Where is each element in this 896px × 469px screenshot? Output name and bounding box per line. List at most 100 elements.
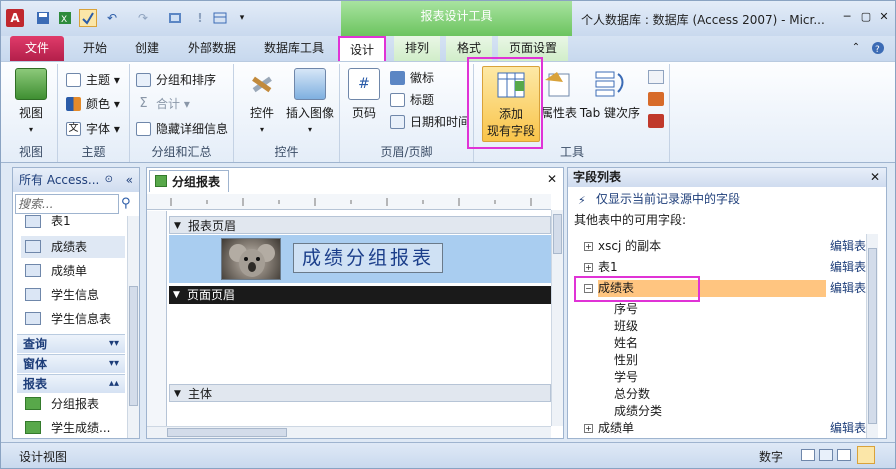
close-icon[interactable]: ✕ — [875, 9, 893, 25]
color-button[interactable]: 颜色 ▾ — [66, 94, 120, 114]
insert-image-button[interactable]: 插入图像 ▾ — [284, 68, 336, 135]
title-button[interactable]: 标题 — [390, 90, 434, 110]
doc-vertical-scrollbar[interactable] — [551, 210, 563, 426]
property-sheet-button[interactable]: 属性表 — [540, 68, 578, 121]
field-list-scrollbar[interactable] — [866, 234, 878, 438]
redo-icon[interactable]: ↷ — [134, 9, 152, 27]
exclaim-icon[interactable]: ! — [191, 9, 209, 27]
expand-icon[interactable]: + — [584, 263, 593, 272]
tree-table-xscj-copy[interactable]: + xscj 的副本 — [584, 238, 661, 255]
nav-item-table1[interactable]: 表1 — [21, 215, 125, 229]
dropdown-icon[interactable]: ▾ — [233, 9, 251, 27]
tree-table-score-sheet[interactable]: + 成绩单 — [584, 420, 634, 437]
totals-button[interactable]: Σ 合计 ▾ — [136, 94, 189, 114]
section-marker-icon: ▼ — [174, 389, 181, 399]
field-list-header: 字段列表 ✕ — [568, 168, 886, 187]
horizontal-ruler — [147, 194, 551, 210]
field-list-close-icon[interactable]: ✕ — [870, 168, 880, 187]
help-icon[interactable]: ? — [869, 36, 887, 61]
tab-home[interactable]: 开始 — [71, 36, 119, 61]
field-item[interactable]: 序号 — [614, 301, 638, 318]
nav-header[interactable]: 所有 Access... ⊙ « — [13, 168, 139, 192]
macro-icon[interactable] — [648, 92, 664, 106]
tab-file[interactable]: 文件 — [10, 36, 64, 61]
section-report-header[interactable]: ▼ 报表页眉 — [169, 216, 551, 234]
nav-item-score-sheet[interactable]: 成绩单 — [21, 260, 125, 282]
expand-icon[interactable]: + — [584, 424, 593, 433]
field-item[interactable]: 班级 — [614, 318, 638, 335]
view-button[interactable]: 视图 ▾ — [11, 68, 51, 135]
tab-design[interactable]: 设计 — [338, 36, 386, 61]
edit-table-link-table1[interactable]: 编辑表 — [830, 259, 866, 276]
koala-image[interactable] — [221, 238, 281, 280]
section-detail[interactable]: ▼ 主体 — [169, 384, 551, 402]
tree-table-table1[interactable]: + 表1 — [584, 259, 618, 276]
doc-close-icon[interactable]: ✕ — [547, 172, 557, 186]
nav-section-reports[interactable]: 报表 ▴▴ — [17, 374, 125, 393]
nav-scrollbar[interactable] — [127, 216, 139, 438]
nav-section-queries[interactable]: 查询 ▾▾ — [17, 334, 125, 353]
minimize-icon[interactable]: ─ — [838, 9, 856, 25]
tab-external-data[interactable]: 外部数据 — [179, 36, 245, 61]
nav-item-student-info[interactable]: 学生信息 — [21, 284, 125, 306]
field-item[interactable]: 总分数 — [614, 386, 650, 403]
search-icon[interactable]: ⚲ — [121, 196, 131, 211]
edit-table-link-score-table[interactable]: 编辑表 — [830, 280, 866, 297]
group-sort-button[interactable]: 分组和排序 — [136, 70, 216, 90]
section-page-header[interactable]: ▼ 页面页眉 — [169, 286, 551, 304]
tab-order-button[interactable]: Tab 键次序 — [578, 68, 642, 121]
group-view: 视图 ▾ 视图 — [5, 64, 58, 162]
doc-scroll-thumb[interactable] — [553, 214, 562, 254]
report-title-label[interactable]: 成绩分组报表 — [293, 243, 443, 273]
field-item[interactable]: 学号 — [614, 369, 638, 386]
field-item[interactable]: 性别 — [614, 352, 638, 369]
tab-database-tools[interactable]: 数据库工具 — [256, 36, 332, 61]
page-number-button[interactable]: # 页码 — [346, 68, 382, 121]
picture-icon[interactable] — [166, 9, 184, 27]
excel-icon[interactable]: X — [56, 9, 74, 27]
collapse-ribbon-icon[interactable]: ⌃ — [849, 36, 863, 61]
view-code-icon[interactable] — [648, 70, 664, 84]
date-time-button[interactable]: 日期和时间 — [390, 112, 470, 132]
nav-item-score-table[interactable]: 成绩表 — [21, 236, 125, 258]
nav-item-student-info-table[interactable]: 学生信息表 — [21, 308, 125, 330]
theme-button[interactable]: 主题 ▾ — [66, 70, 120, 90]
show-only-current-link[interactable]: ⚡ 仅显示当前记录源中的字段 — [576, 190, 740, 208]
page-header-area[interactable] — [169, 304, 551, 382]
expand-icon[interactable]: + — [584, 242, 593, 251]
app-access-icon[interactable]: A — [6, 9, 24, 27]
save-icon[interactable] — [34, 9, 52, 27]
doc-horizontal-scrollbar[interactable] — [147, 426, 551, 438]
image-icon — [294, 68, 326, 100]
nav-scroll-thumb[interactable] — [129, 286, 138, 406]
tab-create[interactable]: 创建 — [123, 36, 171, 61]
nav-item-student-score-report[interactable]: 学生成绩... — [21, 417, 125, 439]
nav-item-group-report[interactable]: 分组报表 — [21, 393, 125, 415]
edit-table-link-xscj-copy[interactable]: 编辑表 — [830, 238, 866, 255]
print-preview-icon[interactable] — [819, 449, 833, 461]
undo-icon[interactable]: ↶ — [103, 9, 121, 27]
tab-arrange[interactable]: 排列 — [394, 36, 440, 61]
report-view-icon[interactable] — [801, 449, 815, 461]
nav-menu-icon[interactable]: ⊙ — [105, 168, 113, 192]
doc-tab-group-report[interactable]: 分组报表 — [149, 170, 230, 192]
maximize-icon[interactable]: ▢ — [857, 9, 875, 25]
nav-section-forms[interactable]: 窗体 ▾▾ — [17, 354, 125, 373]
layout-view-icon[interactable] — [837, 449, 851, 461]
field-item[interactable]: 成绩分类 — [614, 403, 662, 420]
field-list-scroll-thumb[interactable] — [868, 248, 877, 424]
nav-search-input[interactable]: 搜索... — [15, 194, 119, 214]
design-view-icon[interactable] — [857, 446, 875, 464]
font-button[interactable]: 文字体 ▾ — [66, 119, 120, 139]
controls-button[interactable]: 控件 ▾ — [244, 68, 280, 135]
report-header-area[interactable]: 成绩分组报表 — [169, 235, 551, 283]
checkbox-icon[interactable] — [79, 9, 97, 27]
hide-details-button[interactable]: 隐藏详细信息 — [136, 119, 228, 139]
logo-button[interactable]: 徽标 — [390, 68, 434, 88]
doc-hscroll-thumb[interactable] — [167, 428, 287, 437]
convert-macros-icon[interactable] — [648, 114, 664, 128]
nav-collapse-icon[interactable]: « — [126, 168, 133, 192]
form-icon[interactable] — [211, 9, 229, 27]
field-item[interactable]: 姓名 — [614, 335, 638, 352]
edit-table-link-score-sheet[interactable]: 编辑表 — [830, 420, 866, 437]
